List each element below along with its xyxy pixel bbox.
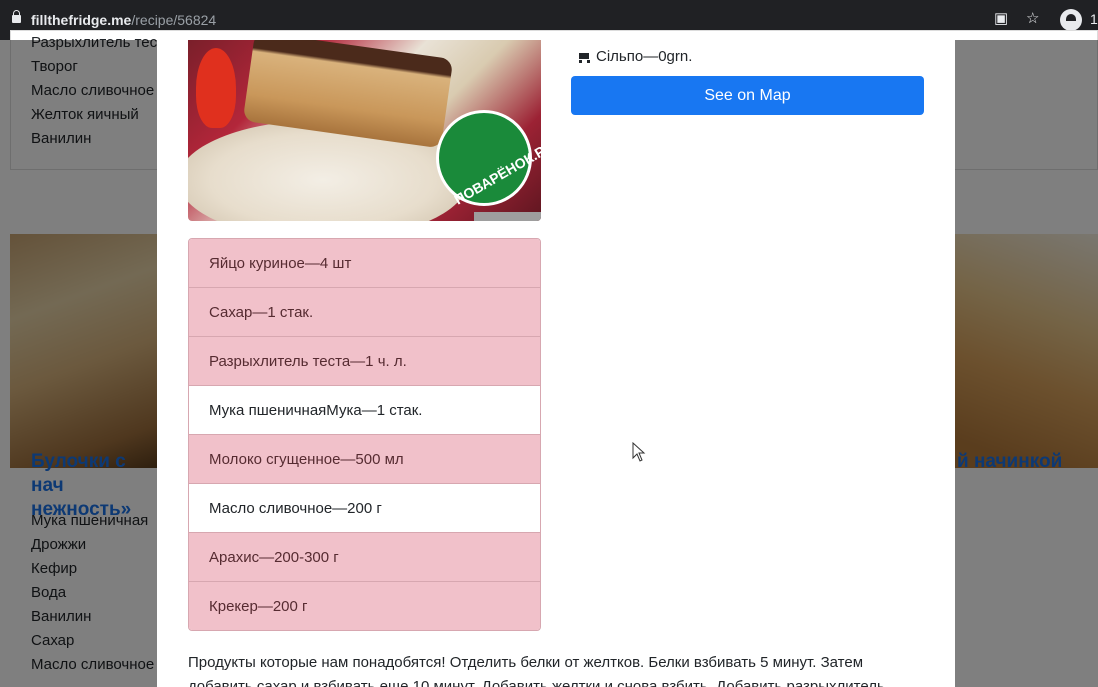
list-item[interactable]: Сахар—1 стак. (189, 288, 540, 337)
list-item[interactable]: Мука пшеничнаяМука—1 стак. (189, 386, 540, 435)
recipe-description: Продукты которые нам понадобятся! Отдели… (188, 654, 885, 687)
shop-price: Сільпо—0grn. (576, 48, 692, 65)
photo-caption-bar (474, 212, 541, 221)
profile-avatar-icon[interactable] (1060, 9, 1082, 31)
tulip-shape (196, 48, 236, 128)
list-item[interactable]: Молоко сгущенное—500 мл (189, 435, 540, 484)
profile-count: 1 (1090, 11, 1098, 27)
recipe-photo: ПОВАРЁНОК.РУ (188, 40, 541, 221)
list-item[interactable]: Арахис—200-300 г (189, 533, 540, 582)
shop-price-label: Сільпо—0grn. (596, 48, 693, 65)
url-path: /recipe/56824 (131, 12, 217, 28)
lock-icon[interactable] (12, 10, 21, 23)
cart-icon (576, 50, 592, 64)
address-bar[interactable]: fillthefridge.me/recipe/56824 (31, 12, 216, 28)
list-item[interactable]: Крекер—200 г (189, 582, 540, 630)
url-host: fillthefridge.me (31, 12, 132, 28)
see-on-map-button[interactable]: See on Map (571, 76, 924, 115)
list-item[interactable]: Масло сливочное—200 г (189, 484, 540, 533)
ingredients-list: Яйцо куриное—4 шт Сахар—1 стак. Разрыхли… (188, 238, 541, 631)
list-item[interactable]: Яйцо куриное—4 шт (189, 239, 540, 288)
list-item[interactable]: Разрыхлитель теста—1 ч. л. (189, 337, 540, 386)
recipe-modal: ПОВАРЁНОК.РУ Сільпо—0grn. See on Map Яйц… (157, 40, 955, 687)
translate-icon[interactable]: ▣ (994, 10, 1008, 28)
bookmark-star-icon[interactable]: ☆ (1026, 10, 1039, 28)
